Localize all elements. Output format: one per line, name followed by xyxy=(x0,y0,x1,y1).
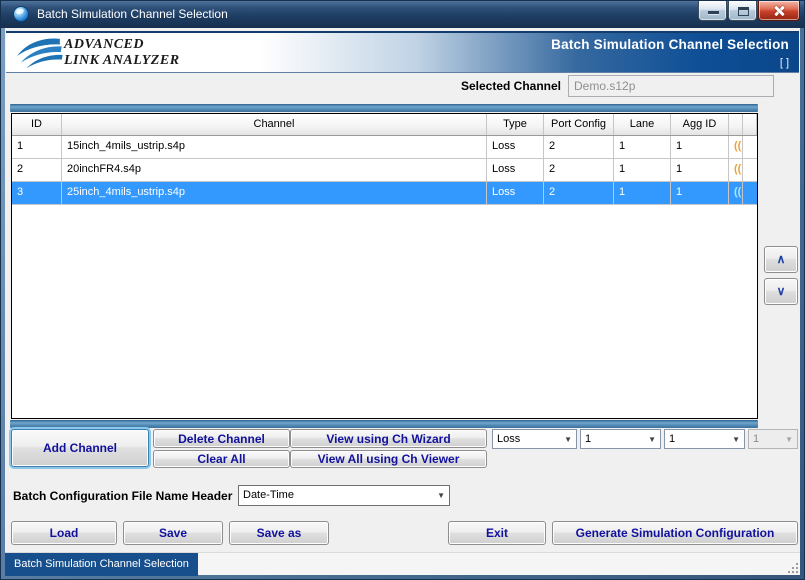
status-text: Batch Simulation Channel Selection xyxy=(5,553,198,576)
chevron-down-icon: ▼ xyxy=(732,435,740,444)
cell-type: Loss xyxy=(487,136,544,158)
cell-channel: 25inch_4mils_ustrip.s4p xyxy=(62,182,487,204)
cell-id: 3 xyxy=(12,182,62,204)
col-header-clipped xyxy=(729,114,743,135)
client-area: ADVANCED LINK ANALYZER Batch Simulation … xyxy=(5,28,800,575)
maximize-icon xyxy=(738,7,749,16)
cell-type: Loss xyxy=(487,182,544,204)
delete-channel-button[interactable]: Delete Channel xyxy=(153,429,290,448)
cell-agg-id: 1 xyxy=(671,159,729,181)
cell-type: Loss xyxy=(487,159,544,181)
cell-port-config: 2 xyxy=(544,159,614,181)
col-header-agg-id[interactable]: Agg ID xyxy=(671,114,729,135)
exit-button[interactable]: Exit xyxy=(448,521,546,545)
col-header-type[interactable]: Type xyxy=(487,114,544,135)
minimize-button[interactable] xyxy=(698,1,727,21)
selected-channel-field[interactable] xyxy=(568,75,774,97)
file-name-header-value: Date-Time xyxy=(243,489,294,501)
cell-agg-id: 1 xyxy=(671,136,729,158)
selected-channel-label: Selected Channel xyxy=(255,79,561,93)
brand-line1: ADVANCED xyxy=(64,37,180,53)
window-title: Batch Simulation Channel Selection xyxy=(37,1,228,28)
col-header-port-config[interactable]: Port Config xyxy=(544,114,614,135)
minimize-icon xyxy=(708,11,719,14)
move-up-button[interactable]: ∧ xyxy=(764,246,798,273)
save-as-button[interactable]: Save as xyxy=(229,521,329,545)
port-config-dropdown[interactable]: 1 ▼ xyxy=(580,429,661,449)
cell-id: 2 xyxy=(12,159,62,181)
table-row[interactable]: 1 15inch_4mils_ustrip.s4p Loss 2 1 1 (( xyxy=(12,136,757,159)
move-down-button[interactable]: ∨ xyxy=(764,278,798,305)
channel-table: ID Channel Type Port Config Lane Agg ID … xyxy=(11,113,758,419)
chevron-down-icon: ▼ xyxy=(437,491,445,500)
status-bar: Batch Simulation Channel Selection xyxy=(5,552,800,575)
close-icon xyxy=(772,4,786,18)
brand-name: ADVANCED LINK ANALYZER xyxy=(64,37,180,69)
brand-line2: LINK ANALYZER xyxy=(64,53,180,69)
cell-port-config: 2 xyxy=(544,182,614,204)
view-all-ch-viewer-button[interactable]: View All using Ch Viewer xyxy=(290,450,487,468)
file-name-header-dropdown[interactable]: Date-Time ▼ xyxy=(238,485,450,506)
window-controls xyxy=(697,1,800,21)
cell-id: 1 xyxy=(12,136,62,158)
agg-id-dropdown-value: 1 xyxy=(753,433,759,445)
header-banner: ADVANCED LINK ANALYZER Batch Simulation … xyxy=(6,31,799,73)
port-config-dropdown-value: 1 xyxy=(585,433,591,445)
col-header-clipped xyxy=(743,114,757,135)
save-button[interactable]: Save xyxy=(123,521,223,545)
load-button[interactable]: Load xyxy=(11,521,117,545)
cell-channel: 15inch_4mils_ustrip.s4p xyxy=(62,136,487,158)
app-window: Batch Simulation Channel Selection ADVAN… xyxy=(0,0,805,580)
col-header-id[interactable]: ID xyxy=(12,114,62,135)
cell-clipped: (( xyxy=(729,136,743,158)
close-button[interactable] xyxy=(758,1,800,21)
cell-lane: 1 xyxy=(614,182,671,204)
table-top-scrollbar[interactable] xyxy=(10,104,758,112)
cell-clipped: (( xyxy=(729,182,743,204)
table-row[interactable]: 2 20inchFR4.s4p Loss 2 1 1 (( xyxy=(12,159,757,182)
brand-waves-icon xyxy=(15,36,63,72)
add-channel-button[interactable]: Add Channel xyxy=(11,429,149,467)
lane-dropdown-value: 1 xyxy=(669,433,675,445)
table-row-selected[interactable]: 3 25inch_4mils_ustrip.s4p Loss 2 1 1 (( xyxy=(12,182,757,205)
title-bar[interactable]: Batch Simulation Channel Selection xyxy=(1,1,804,28)
banner-brackets: [ ] xyxy=(780,57,789,69)
cell-lane: 1 xyxy=(614,136,671,158)
batch-config-label: Batch Configuration File Name Header xyxy=(13,486,232,507)
table-header-row: ID Channel Type Port Config Lane Agg ID xyxy=(12,114,757,136)
cell-port-config: 2 xyxy=(544,136,614,158)
chevron-down-icon: ▼ xyxy=(648,435,656,444)
type-dropdown-value: Loss xyxy=(497,433,520,445)
chevron-up-icon: ∧ xyxy=(777,252,786,266)
type-dropdown[interactable]: Loss ▼ xyxy=(492,429,577,449)
agg-id-dropdown-disabled: 1 ▼ xyxy=(748,429,798,449)
page-title: Batch Simulation Channel Selection xyxy=(551,37,789,52)
chevron-down-icon: ∨ xyxy=(777,284,786,298)
cell-clipped: (( xyxy=(729,159,743,181)
col-header-channel[interactable]: Channel xyxy=(62,114,487,135)
lane-dropdown[interactable]: 1 ▼ xyxy=(664,429,745,449)
cell-agg-id: 1 xyxy=(671,182,729,204)
table-bottom-scrollbar[interactable] xyxy=(10,420,758,428)
generate-simulation-configuration-button[interactable]: Generate Simulation Configuration xyxy=(552,521,798,545)
maximize-button[interactable] xyxy=(728,1,757,21)
resize-grip[interactable] xyxy=(786,561,798,573)
chevron-down-icon: ▼ xyxy=(564,435,572,444)
clear-all-button[interactable]: Clear All xyxy=(153,450,290,468)
view-ch-wizard-button[interactable]: View using Ch Wizard xyxy=(290,429,487,448)
cell-lane: 1 xyxy=(614,159,671,181)
chevron-down-icon: ▼ xyxy=(785,435,793,444)
app-icon xyxy=(13,6,29,22)
cell-channel: 20inchFR4.s4p xyxy=(62,159,487,181)
col-header-lane[interactable]: Lane xyxy=(614,114,671,135)
